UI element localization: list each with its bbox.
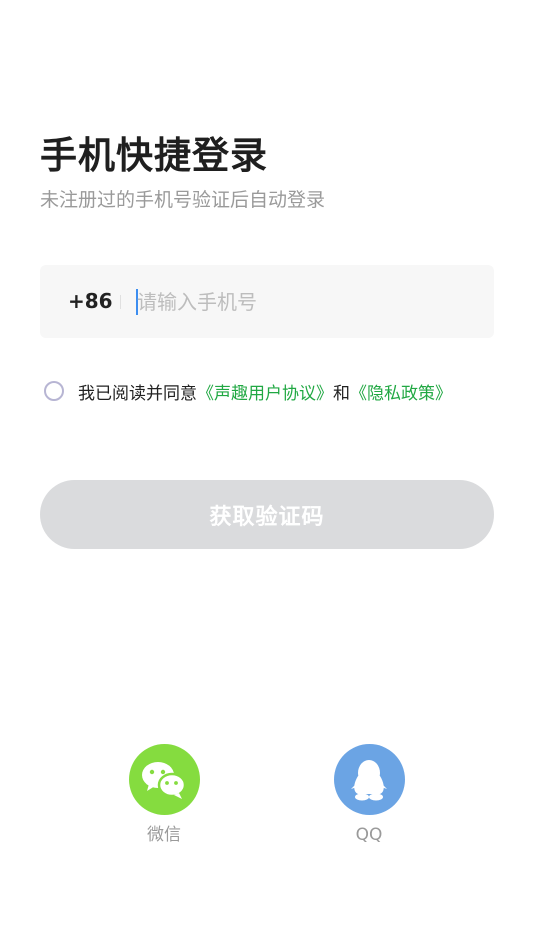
phone-input[interactable]: [137, 265, 477, 338]
wechat-label: 微信: [147, 825, 181, 845]
privacy-policy-link[interactable]: 《隐私政策》: [350, 379, 452, 404]
agreement-row: 我已阅读并同意 《声趣用户协议》 和 《隐私政策》: [44, 377, 452, 405]
country-code-selector[interactable]: +86: [68, 265, 113, 338]
qq-label: QQ: [355, 825, 383, 845]
page-subtitle: 未注册过的手机号验证后自动登录: [40, 189, 326, 211]
agreement-conjunction: 和: [333, 383, 350, 404]
agreement-prefix: 我已阅读并同意: [78, 383, 197, 404]
get-code-button[interactable]: 获取验证码: [40, 480, 494, 549]
phone-field[interactable]: +86: [40, 265, 494, 338]
qq-login[interactable]: QQ: [324, 744, 414, 847]
wechat-icon[interactable]: [128, 744, 200, 815]
page-title: 手机快捷登录: [40, 134, 268, 177]
qq-icon[interactable]: [333, 744, 405, 815]
agreement-checkbox[interactable]: [44, 381, 64, 401]
wechat-login[interactable]: 微信: [119, 744, 209, 847]
user-agreement-link[interactable]: 《声趣用户协议》: [197, 379, 333, 404]
field-divider: [120, 295, 121, 309]
